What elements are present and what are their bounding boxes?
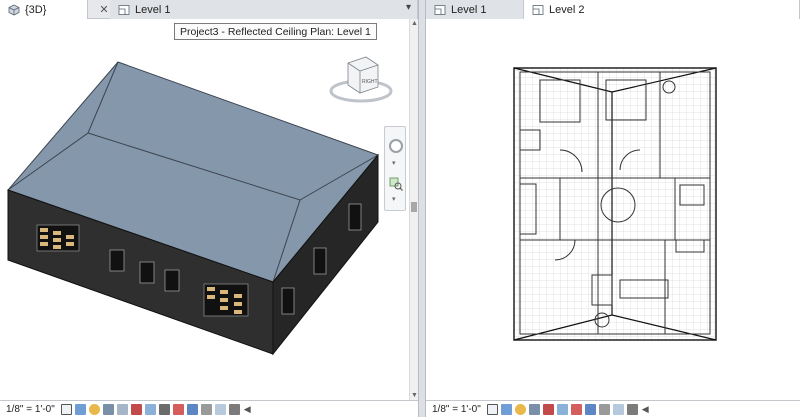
left-view-control-bar: 1/8" = 1'-0" ◀ xyxy=(0,400,418,417)
tab-level-1-right-label: Level 1 xyxy=(451,3,487,16)
crop-view-icon[interactable] xyxy=(542,403,554,415)
floor-plan-canvas[interactable] xyxy=(426,19,800,400)
highlight-displacement-icon[interactable] xyxy=(228,403,240,415)
render-icon[interactable] xyxy=(116,403,128,415)
scroll-thumb[interactable] xyxy=(411,202,417,212)
tab-menu-icon[interactable]: ▾ xyxy=(406,2,411,13)
shadows-icon[interactable] xyxy=(528,403,540,415)
zoom-dropdown-icon[interactable]: ▾ xyxy=(392,195,396,203)
highlight-displacement-icon[interactable] xyxy=(626,403,638,415)
view-cube-face-label: RIGHT xyxy=(362,79,378,85)
analytical-model-icon[interactable] xyxy=(214,403,226,415)
worksharing-icon[interactable] xyxy=(200,403,212,415)
tab-level-1-label: Level 1 xyxy=(135,3,171,16)
worksharing-icon[interactable] xyxy=(598,403,610,415)
show-crop-region-icon[interactable] xyxy=(144,403,156,415)
view-cube[interactable]: RIGHT xyxy=(326,51,396,111)
view-3d-canvas[interactable]: RIGHT ▾ ▾ xyxy=(0,19,418,400)
floor-plan-pane[interactable]: Level 1 Level 2 1/8" = 1'-0" ◀ xyxy=(426,0,800,417)
navigation-bar[interactable]: ▾ ▾ xyxy=(384,126,406,211)
sun-path-icon[interactable] xyxy=(88,403,100,415)
view-scale[interactable]: 1/8" = 1'-0" xyxy=(0,404,61,415)
reveal-hidden-icon[interactable] xyxy=(186,403,198,415)
analytical-model-icon[interactable] xyxy=(612,403,624,415)
view-tooltip: Project3 - Reflected Ceiling Plan: Level… xyxy=(174,23,377,40)
scroll-left-icon[interactable]: ◀ xyxy=(642,404,649,415)
shadows-icon[interactable] xyxy=(102,403,114,415)
view-splitter[interactable] xyxy=(418,0,426,417)
tab-level-1-right[interactable]: Level 1 xyxy=(426,0,524,19)
view-scale-right[interactable]: 1/8" = 1'-0" xyxy=(426,404,487,415)
visual-style-icon[interactable] xyxy=(500,403,512,415)
view-3d-pane[interactable]: {3D} ✕ Level 1 ▾ RIGHT ▾ ▾ Project3 - Re… xyxy=(0,0,418,417)
right-view-control-bar: 1/8" = 1'-0" ◀ xyxy=(426,400,800,417)
tab-3d-close-icon[interactable]: ✕ xyxy=(98,3,110,16)
tab-level-2[interactable]: Level 2 xyxy=(524,0,800,19)
3d-view-icon xyxy=(8,4,20,15)
temporary-hide-icon[interactable] xyxy=(570,403,582,415)
crop-view-icon[interactable] xyxy=(130,403,142,415)
floor-plan-icon xyxy=(118,4,130,15)
view-control-icons xyxy=(60,403,240,415)
steering-wheel-dropdown-icon[interactable]: ▾ xyxy=(392,159,396,167)
scroll-left-icon[interactable]: ◀ xyxy=(244,404,251,415)
visual-style-icon[interactable] xyxy=(74,403,86,415)
detail-level-icon[interactable] xyxy=(486,403,498,415)
tab-level-1[interactable]: Level 1 xyxy=(110,0,418,19)
temporary-hide-icon[interactable] xyxy=(172,403,184,415)
floor-plan-drawing xyxy=(513,67,717,341)
show-crop-region-icon[interactable] xyxy=(556,403,568,415)
tab-3d-label: {3D} xyxy=(25,3,47,16)
window-group-right xyxy=(203,283,249,317)
zoom-icon[interactable] xyxy=(389,177,403,191)
floor-plan-icon xyxy=(532,4,544,15)
tab-3d[interactable]: {3D} xyxy=(0,0,88,19)
floor-plan-icon xyxy=(434,4,446,15)
steering-wheel-icon[interactable] xyxy=(389,139,403,153)
lock-3d-view-icon[interactable] xyxy=(158,403,170,415)
left-tab-bar: {3D} ✕ Level 1 ▾ xyxy=(0,0,418,19)
window-group-left xyxy=(36,224,80,252)
right-tab-bar: Level 1 Level 2 xyxy=(426,0,800,19)
tab-level-2-label: Level 2 xyxy=(549,3,585,16)
left-vertical-scrollbar[interactable]: ▲ ▼ xyxy=(409,19,418,400)
sun-path-icon[interactable] xyxy=(514,403,526,415)
reveal-hidden-icon[interactable] xyxy=(584,403,596,415)
view-control-icons-right xyxy=(486,403,638,415)
detail-level-icon[interactable] xyxy=(60,403,72,415)
